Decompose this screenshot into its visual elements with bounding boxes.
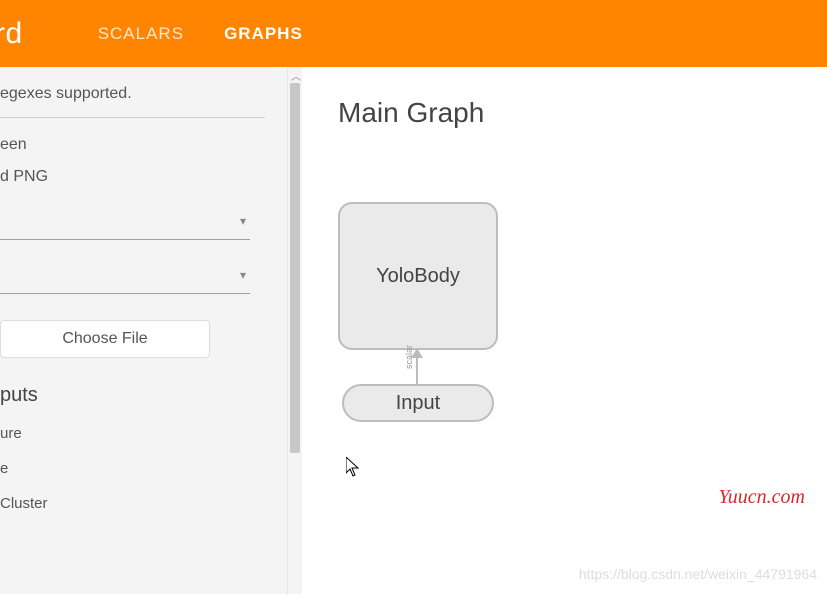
fit-to-screen-option[interactable]: een bbox=[0, 136, 265, 154]
content-area: egexes supported. een d PNG Choose File … bbox=[0, 67, 827, 594]
trace-option-device[interactable]: e bbox=[0, 460, 265, 477]
graph-canvas[interactable]: YoloBody scalar Input bbox=[338, 202, 498, 422]
trace-option-cluster[interactable]: Cluster bbox=[0, 495, 265, 512]
tab-graphs[interactable]: GRAPHS bbox=[224, 0, 303, 67]
regex-hint: egexes supported. bbox=[0, 85, 265, 103]
sidebar: egexes supported. een d PNG Choose File … bbox=[0, 67, 288, 594]
tag-select-dropdown[interactable] bbox=[0, 266, 250, 294]
app-header: rd SCALARS GRAPHS bbox=[0, 0, 827, 67]
choose-file-button[interactable]: Choose File bbox=[0, 320, 210, 358]
main-graph-title: Main Graph bbox=[338, 97, 827, 129]
graph-node-input[interactable]: Input bbox=[342, 384, 494, 422]
main-panel: Main Graph YoloBody scalar Input bbox=[288, 67, 827, 594]
trace-option-structure[interactable]: ure bbox=[0, 425, 265, 442]
subgraph-section-header: puts bbox=[0, 384, 265, 407]
graph-edge bbox=[416, 350, 418, 384]
graph-edge-label: scalar bbox=[404, 345, 414, 369]
run-select-dropdown[interactable] bbox=[0, 212, 250, 240]
watermark-blog: https://blog.csdn.net/weixin_44791964 bbox=[579, 566, 817, 582]
divider bbox=[0, 117, 265, 118]
watermark-site: Yuucn.com bbox=[719, 486, 805, 509]
graph-node-yolobody[interactable]: YoloBody bbox=[338, 202, 498, 350]
tab-bar: SCALARS GRAPHS bbox=[98, 0, 303, 67]
tab-scalars[interactable]: SCALARS bbox=[98, 0, 184, 67]
download-png-option[interactable]: d PNG bbox=[0, 168, 265, 186]
logo-fragment: rd bbox=[0, 17, 23, 51]
